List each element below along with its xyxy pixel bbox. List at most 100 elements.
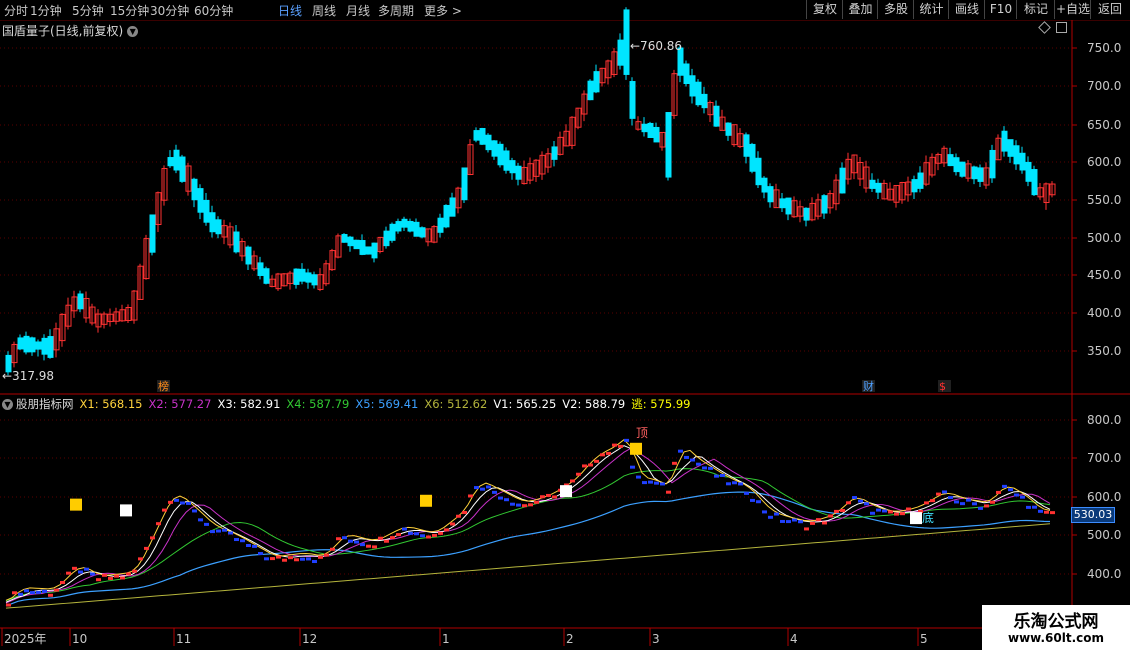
step-mark bbox=[858, 499, 863, 503]
step-mark bbox=[1008, 488, 1013, 492]
step-mark bbox=[264, 557, 269, 561]
candle-body bbox=[197, 188, 204, 213]
step-mark bbox=[54, 588, 59, 592]
candle-body bbox=[617, 39, 624, 66]
candle-body bbox=[179, 156, 186, 182]
step-mark bbox=[318, 555, 323, 559]
step-mark bbox=[660, 482, 665, 486]
step-mark bbox=[666, 490, 671, 494]
ind-y-tick-label: 800.0 bbox=[1087, 413, 1121, 427]
step-mark bbox=[348, 539, 353, 543]
date-label: 2025年 bbox=[4, 632, 47, 646]
step-mark bbox=[630, 465, 635, 469]
candle-body bbox=[911, 179, 918, 193]
step-mark bbox=[552, 495, 557, 499]
step-mark bbox=[270, 557, 275, 561]
candle-body bbox=[1019, 152, 1026, 171]
step-mark bbox=[48, 593, 53, 597]
step-mark bbox=[372, 545, 377, 549]
signal-icon bbox=[70, 498, 82, 511]
candle-body bbox=[47, 336, 54, 358]
step-mark bbox=[66, 571, 71, 575]
step-mark bbox=[576, 472, 581, 476]
step-mark bbox=[240, 539, 245, 543]
step-mark bbox=[702, 466, 707, 470]
step-mark bbox=[102, 573, 107, 577]
candle-body bbox=[971, 166, 978, 180]
step-mark bbox=[468, 494, 473, 498]
indicator-value-4: X5: 569.41 bbox=[355, 397, 419, 411]
y-tick-label: 400.0 bbox=[1087, 306, 1121, 320]
step-mark bbox=[96, 578, 101, 582]
step-mark bbox=[498, 496, 503, 500]
candle-body bbox=[713, 105, 720, 127]
candle-body bbox=[755, 157, 762, 186]
candle-body bbox=[371, 242, 378, 259]
signal-icon bbox=[560, 485, 572, 498]
step-mark bbox=[642, 481, 647, 485]
candle-body bbox=[515, 165, 522, 180]
step-mark bbox=[750, 498, 755, 502]
step-mark bbox=[948, 496, 953, 500]
indicator-value-2: X3: 582.91 bbox=[217, 397, 281, 411]
step-mark bbox=[18, 592, 23, 596]
candle-body bbox=[653, 126, 660, 143]
ma-line-x2 bbox=[5, 448, 1051, 604]
ind-y-tick-label: 600.0 bbox=[1087, 490, 1121, 504]
indicator-value-5: X6: 512.62 bbox=[424, 397, 488, 411]
step-mark bbox=[684, 455, 689, 459]
event-marker-2: $ bbox=[939, 380, 946, 393]
step-mark bbox=[258, 552, 263, 556]
step-mark bbox=[396, 533, 401, 537]
step-mark bbox=[360, 543, 365, 547]
step-mark bbox=[480, 487, 485, 491]
candle-body bbox=[77, 293, 84, 310]
candle-body bbox=[785, 197, 792, 215]
step-mark bbox=[792, 518, 797, 522]
step-mark bbox=[696, 462, 701, 466]
step-mark bbox=[774, 512, 779, 516]
candle-body bbox=[299, 268, 306, 282]
step-mark bbox=[534, 500, 539, 504]
signal-icon bbox=[420, 494, 432, 507]
candle-body bbox=[689, 75, 696, 97]
candle-body bbox=[977, 167, 984, 182]
step-mark bbox=[798, 520, 803, 524]
candle-body bbox=[347, 236, 354, 247]
indicator-value-6: V1: 565.25 bbox=[493, 397, 557, 411]
candle-body bbox=[725, 122, 732, 136]
step-mark bbox=[510, 502, 515, 506]
step-mark bbox=[780, 519, 785, 523]
step-mark bbox=[762, 510, 767, 514]
step-mark bbox=[438, 531, 443, 535]
step-mark bbox=[960, 502, 965, 506]
candle-body bbox=[245, 246, 252, 265]
candle-body bbox=[449, 197, 456, 217]
step-mark bbox=[840, 508, 845, 512]
step-mark bbox=[804, 527, 809, 531]
step-mark bbox=[6, 603, 11, 607]
step-mark bbox=[744, 491, 749, 495]
watermark-url: www.60lt.com bbox=[1007, 631, 1105, 645]
step-mark bbox=[708, 466, 713, 470]
y-tick-label: 350.0 bbox=[1087, 344, 1121, 358]
step-mark bbox=[84, 567, 89, 571]
kline-chart[interactable]: 750.0 700.0 650.0 600.0 550.0 500.0 450.0 400.0… bbox=[0, 0, 1130, 650]
step-mark bbox=[216, 529, 221, 533]
step-mark bbox=[1002, 484, 1007, 488]
step-mark bbox=[636, 475, 641, 479]
step-mark bbox=[1020, 495, 1025, 499]
step-mark bbox=[462, 510, 467, 514]
candle-body bbox=[497, 143, 504, 166]
candle-body bbox=[803, 207, 810, 221]
step-mark bbox=[738, 482, 743, 486]
step-mark bbox=[714, 474, 719, 478]
step-mark bbox=[504, 498, 509, 502]
indicator-menu-icon[interactable]: ▼ bbox=[2, 399, 13, 410]
step-mark bbox=[906, 507, 911, 511]
candle-body bbox=[1007, 139, 1014, 157]
step-mark bbox=[876, 508, 881, 512]
low-price-label: ←317.98 bbox=[2, 369, 54, 383]
step-mark bbox=[132, 569, 137, 573]
candle-body bbox=[839, 167, 846, 194]
